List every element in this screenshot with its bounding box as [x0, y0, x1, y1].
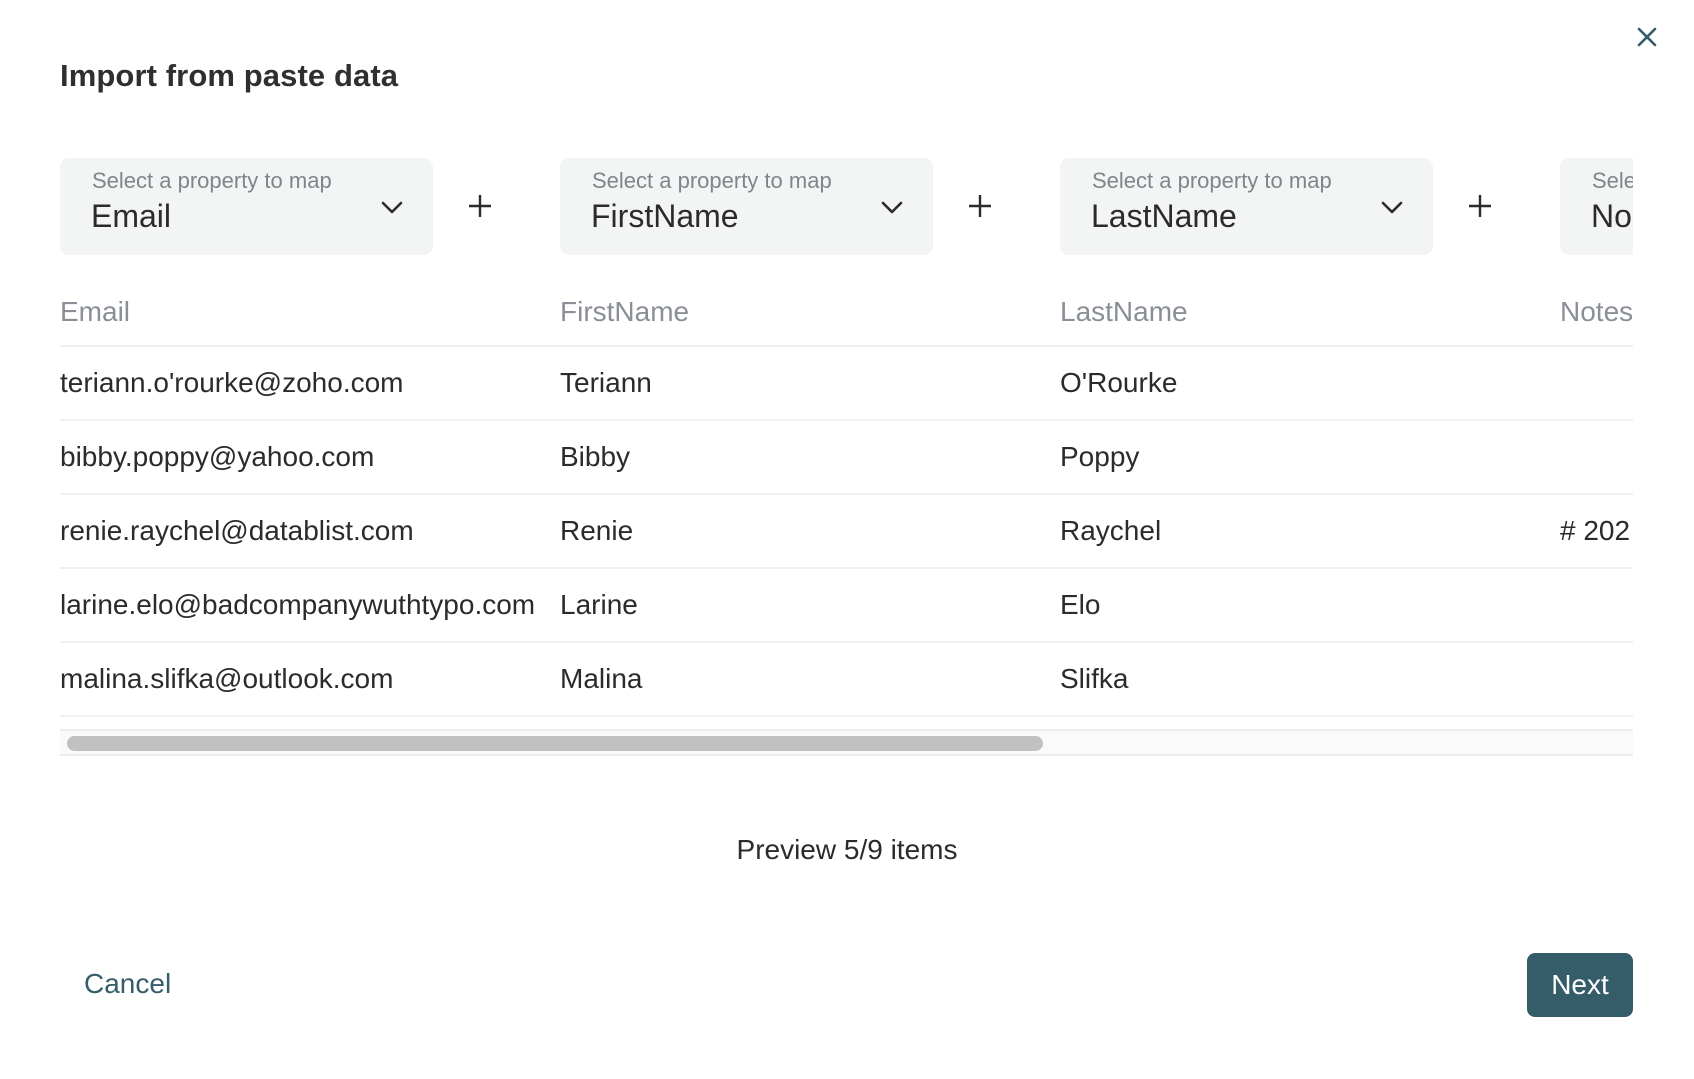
column-header-lastname: LastName [1060, 296, 1188, 327]
cell-lastname: Raychel [1060, 515, 1162, 546]
close-icon [1637, 27, 1657, 47]
select-hint: Select a property to map [592, 168, 832, 193]
select-value: No [1591, 198, 1632, 234]
mapping-table-viewport: Select a property to map Email Select a … [60, 158, 1633, 758]
property-select-email[interactable]: Select a property to map Email [60, 158, 433, 255]
mapping-row: Select a property to map Email Select a … [60, 158, 1633, 255]
property-select-firstname[interactable]: Select a property to map FirstName [560, 158, 933, 255]
cell-notes: # 202 [1560, 515, 1631, 546]
cell-firstname: Larine [560, 589, 638, 620]
horizontal-scrollbar[interactable] [60, 729, 1633, 756]
select-hint: Select a property to map [1092, 168, 1332, 193]
cell-firstname: Malina [560, 663, 643, 694]
select-value: Email [91, 198, 172, 234]
dialog-title: Import from paste data [60, 58, 399, 93]
cell-email: malina.slifka@outlook.com [60, 663, 394, 694]
plus-icon [469, 195, 491, 217]
cell-firstname: Teriann [560, 367, 652, 398]
cell-email: renie.raychel@datablist.com [60, 515, 414, 546]
scrollbar-thumb[interactable] [67, 736, 1043, 751]
next-button[interactable]: Next [1527, 953, 1633, 1017]
plus-icon [969, 195, 991, 217]
column-header-email: Email [60, 296, 131, 327]
table-row: malina.slifka@outlook.com Malina Slifka [60, 643, 1633, 717]
cell-lastname: O'Rourke [1060, 367, 1178, 398]
table-header: Email FirstName LastName Notes [60, 268, 1633, 347]
select-hint: Select a property to map [92, 168, 332, 193]
cell-email: larine.elo@badcompanywuthtypo.com [60, 589, 536, 620]
cell-lastname: Slifka [1060, 663, 1129, 694]
cell-email: bibby.poppy@yahoo.com [60, 441, 375, 472]
chevron-down-icon [1381, 201, 1403, 214]
cell-firstname: Bibby [560, 441, 631, 472]
property-select-notes[interactable]: Sele No [1560, 158, 1633, 255]
column-header-firstname: FirstName [560, 296, 690, 327]
preview-table: Email FirstName LastName Notes teriann.o… [60, 268, 1633, 717]
add-column-button[interactable] [960, 186, 1000, 226]
preview-count: Preview 5/9 items [736, 834, 958, 865]
plus-icon [1469, 195, 1491, 217]
cancel-button[interactable]: Cancel [84, 968, 171, 1000]
select-hint: Sele [1592, 168, 1633, 193]
add-column-button[interactable] [460, 186, 500, 226]
cell-firstname: Renie [560, 515, 634, 546]
table-row: renie.raychel@datablist.com Renie Rayche… [60, 495, 1633, 569]
close-button[interactable] [1632, 22, 1662, 52]
table-row: larine.elo@badcompanywuthtypo.com Larine… [60, 569, 1633, 643]
chevron-down-icon [381, 201, 403, 214]
column-header-notes: Notes [1560, 296, 1633, 327]
select-value: FirstName [591, 198, 739, 234]
import-dialog: Import from paste data Select a property… [0, 0, 1694, 1079]
cell-email: teriann.o'rourke@zoho.com [60, 367, 404, 398]
select-value: LastName [1091, 198, 1237, 234]
property-select-lastname[interactable]: Select a property to map LastName [1060, 158, 1433, 255]
cell-lastname: Elo [1060, 589, 1101, 620]
chevron-down-icon [881, 201, 903, 214]
table-row: teriann.o'rourke@zoho.com Teriann O'Rour… [60, 347, 1633, 421]
cell-lastname: Poppy [1060, 441, 1140, 472]
table-row: bibby.poppy@yahoo.com Bibby Poppy [60, 421, 1633, 495]
add-column-button[interactable] [1460, 186, 1500, 226]
